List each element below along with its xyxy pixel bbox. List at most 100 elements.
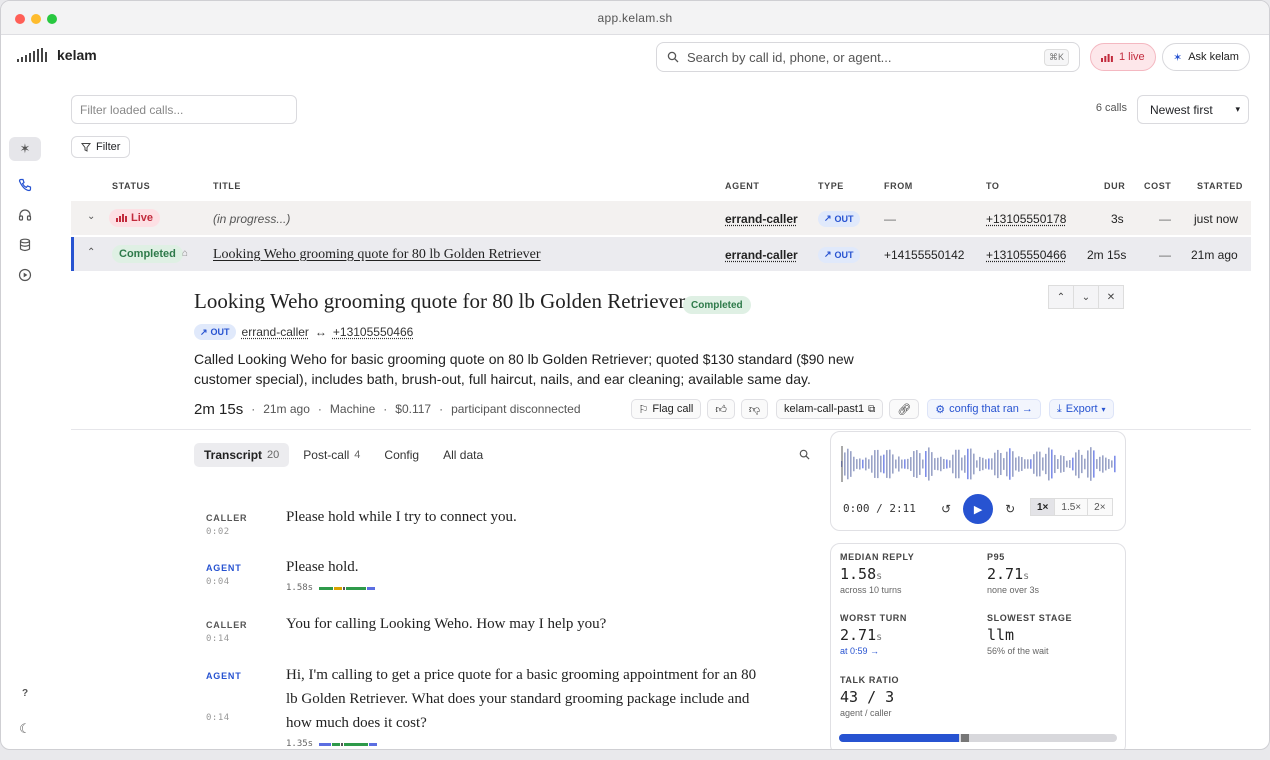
call-to-link[interactable]: +13105550466 [986, 248, 1066, 262]
close-detail-button[interactable]: ✕ [1098, 285, 1124, 309]
call-route: ↗ OUT errand-caller ↔ +13105550466 [194, 324, 413, 340]
sort-select[interactable]: Newest first ▾ [1137, 95, 1249, 124]
stat-label: P95 [987, 552, 1005, 562]
audio-player: 0:00 / 2:11 ↺ ▶ ↻ 1× 1.5× 2× [830, 431, 1126, 531]
sidebar-item-data[interactable] [9, 233, 41, 257]
waveform-bar [1072, 457, 1074, 471]
speed-option[interactable]: 1× [1030, 498, 1056, 516]
playback-time: 0:00 / 2:11 [843, 502, 916, 515]
table-row[interactable]: ⌃ Completed ⌂ Looking Weho grooming quot… [71, 237, 1251, 271]
agent-link[interactable]: errand-caller [725, 248, 798, 262]
stat-number: 2.71 [840, 626, 877, 644]
stat-number: 2.71 [987, 565, 1024, 583]
column-header-started[interactable]: STARTED [1197, 181, 1243, 191]
sidebar-item-ask[interactable]: ✶ [9, 137, 41, 161]
turn-timestamp[interactable]: 0:04 [206, 577, 230, 587]
thumbs-up-button[interactable]: 👍︎ [707, 399, 735, 419]
call-type: ↗ OUT [818, 246, 860, 263]
chevron-down-icon[interactable]: ⌄ [87, 211, 95, 222]
filter-button-label: Filter [96, 141, 121, 153]
search-input[interactable] [687, 49, 1036, 65]
waveform-bar [925, 451, 927, 477]
speed-option[interactable]: 1.5× [1054, 498, 1089, 516]
headphones-icon [18, 209, 32, 221]
next-call-button[interactable]: ⌄ [1073, 285, 1099, 309]
waveform-bar [847, 448, 849, 480]
copy-link-button[interactable]: 🔗︎ [889, 399, 920, 419]
export-button[interactable]: ⤓ Export ▾ [1048, 399, 1114, 419]
column-header-dur[interactable]: DUR [1104, 181, 1125, 191]
call-from: +14155550142 [884, 248, 965, 262]
rewind-icon[interactable]: ↺ [941, 502, 951, 516]
column-header-from[interactable]: FROM [884, 181, 913, 191]
call-to-link[interactable]: +13105550178 [986, 212, 1066, 226]
tab-label: Config [384, 448, 420, 462]
column-header-agent[interactable]: AGENT [725, 181, 760, 191]
worst-turn-link[interactable]: at 0:59 → [840, 646, 907, 656]
ask-kelam-button[interactable]: ✶ Ask kelam [1162, 43, 1250, 71]
waveform-bar [1102, 455, 1104, 473]
logo[interactable]: kelam [17, 47, 97, 63]
theme-toggle-button[interactable]: ☾ [9, 717, 41, 741]
agent-link[interactable]: errand-caller [725, 212, 798, 226]
stat-label: WORST TURN [840, 613, 907, 623]
tab-all-data[interactable]: All data [433, 443, 493, 467]
audio-waveform[interactable] [841, 446, 1117, 482]
column-header-to[interactable]: TO [986, 181, 1000, 191]
waveform-bar [952, 454, 954, 474]
previous-call-button[interactable]: ⌃ [1048, 285, 1074, 309]
turn-latency[interactable]: 1.58s [286, 583, 376, 593]
tab-transcript[interactable]: Transcript 20 [194, 443, 290, 467]
database-icon [19, 238, 31, 252]
stat-label: SLOWEST STAGE [987, 613, 1073, 623]
table-header: STATUS TITLE AGENT TYPE FROM TO DUR COST… [71, 175, 1251, 195]
turn-timestamp[interactable]: 0:02 [206, 527, 230, 537]
thumbs-down-button[interactable]: 👎︎ [740, 399, 769, 419]
live-calls-button[interactable]: 1 live [1090, 43, 1156, 71]
tab-config[interactable]: Config [374, 443, 429, 467]
stat-number: 1.58 [840, 565, 877, 583]
call-from: — [884, 212, 896, 226]
column-header-type[interactable]: TYPE [818, 181, 844, 191]
transcript-search-button[interactable] [799, 449, 810, 463]
turn-timestamp[interactable]: 0:14 [206, 634, 230, 644]
global-search[interactable]: ⌘K [656, 42, 1080, 72]
download-icon: ⤓ [1056, 402, 1062, 415]
call-duration: 2m 15s [194, 400, 244, 418]
waveform-bar [913, 451, 915, 477]
column-header-status[interactable]: STATUS [112, 181, 150, 191]
waveform-bar [1108, 459, 1110, 469]
waveform-bar [856, 459, 858, 469]
filter-button[interactable]: Filter [71, 136, 131, 158]
forward-icon[interactable]: ↻ [1005, 502, 1015, 516]
filter-calls-input[interactable] [71, 95, 297, 124]
speed-option[interactable]: 2× [1087, 498, 1113, 516]
flag-call-button[interactable]: ⚐ Flag call [630, 399, 702, 419]
call-title-link[interactable]: Looking Weho grooming quote for 80 lb Go… [213, 247, 541, 263]
sidebar-item-playback[interactable] [9, 263, 41, 287]
column-header-title[interactable]: TITLE [213, 181, 241, 191]
turn-timestamp[interactable]: 0:14 [206, 713, 230, 723]
table-row[interactable]: ⌄ Live (in progress...) errand-caller ↗ O… [71, 201, 1251, 235]
speaker-label: AGENT [206, 671, 242, 681]
type-badge-label: OUT [834, 213, 854, 224]
column-header-cost[interactable]: COST [1144, 181, 1171, 191]
agent-link[interactable]: errand-caller [242, 325, 309, 339]
thumbs-up-icon: 👍︎ [715, 403, 727, 416]
help-button[interactable]: ? [9, 681, 41, 705]
speaker-label: CALLER [206, 513, 248, 523]
chevron-up-icon[interactable]: ⌃ [87, 247, 95, 258]
turn-text: Hi, I'm calling to get a price quote for… [286, 667, 757, 731]
sidebar-item-calls[interactable] [9, 173, 41, 197]
play-button[interactable]: ▶ [963, 494, 994, 524]
status-badge: Completed [112, 245, 183, 263]
call-id-copy-button[interactable]: kelam-call-past1 ⧉ [776, 399, 884, 419]
sidebar-item-agents[interactable] [9, 203, 41, 227]
turn-latency[interactable]: 1.35s [286, 739, 378, 749]
tab-post-call[interactable]: Post-call 4 [293, 443, 370, 467]
waveform-bar [1099, 456, 1101, 472]
config-that-ran-link[interactable]: ⚙ config that ran → [927, 399, 1041, 419]
logo-waveform-icon [17, 48, 47, 62]
callee-link[interactable]: +13105550466 [333, 325, 413, 339]
tab-count: 4 [354, 449, 361, 461]
